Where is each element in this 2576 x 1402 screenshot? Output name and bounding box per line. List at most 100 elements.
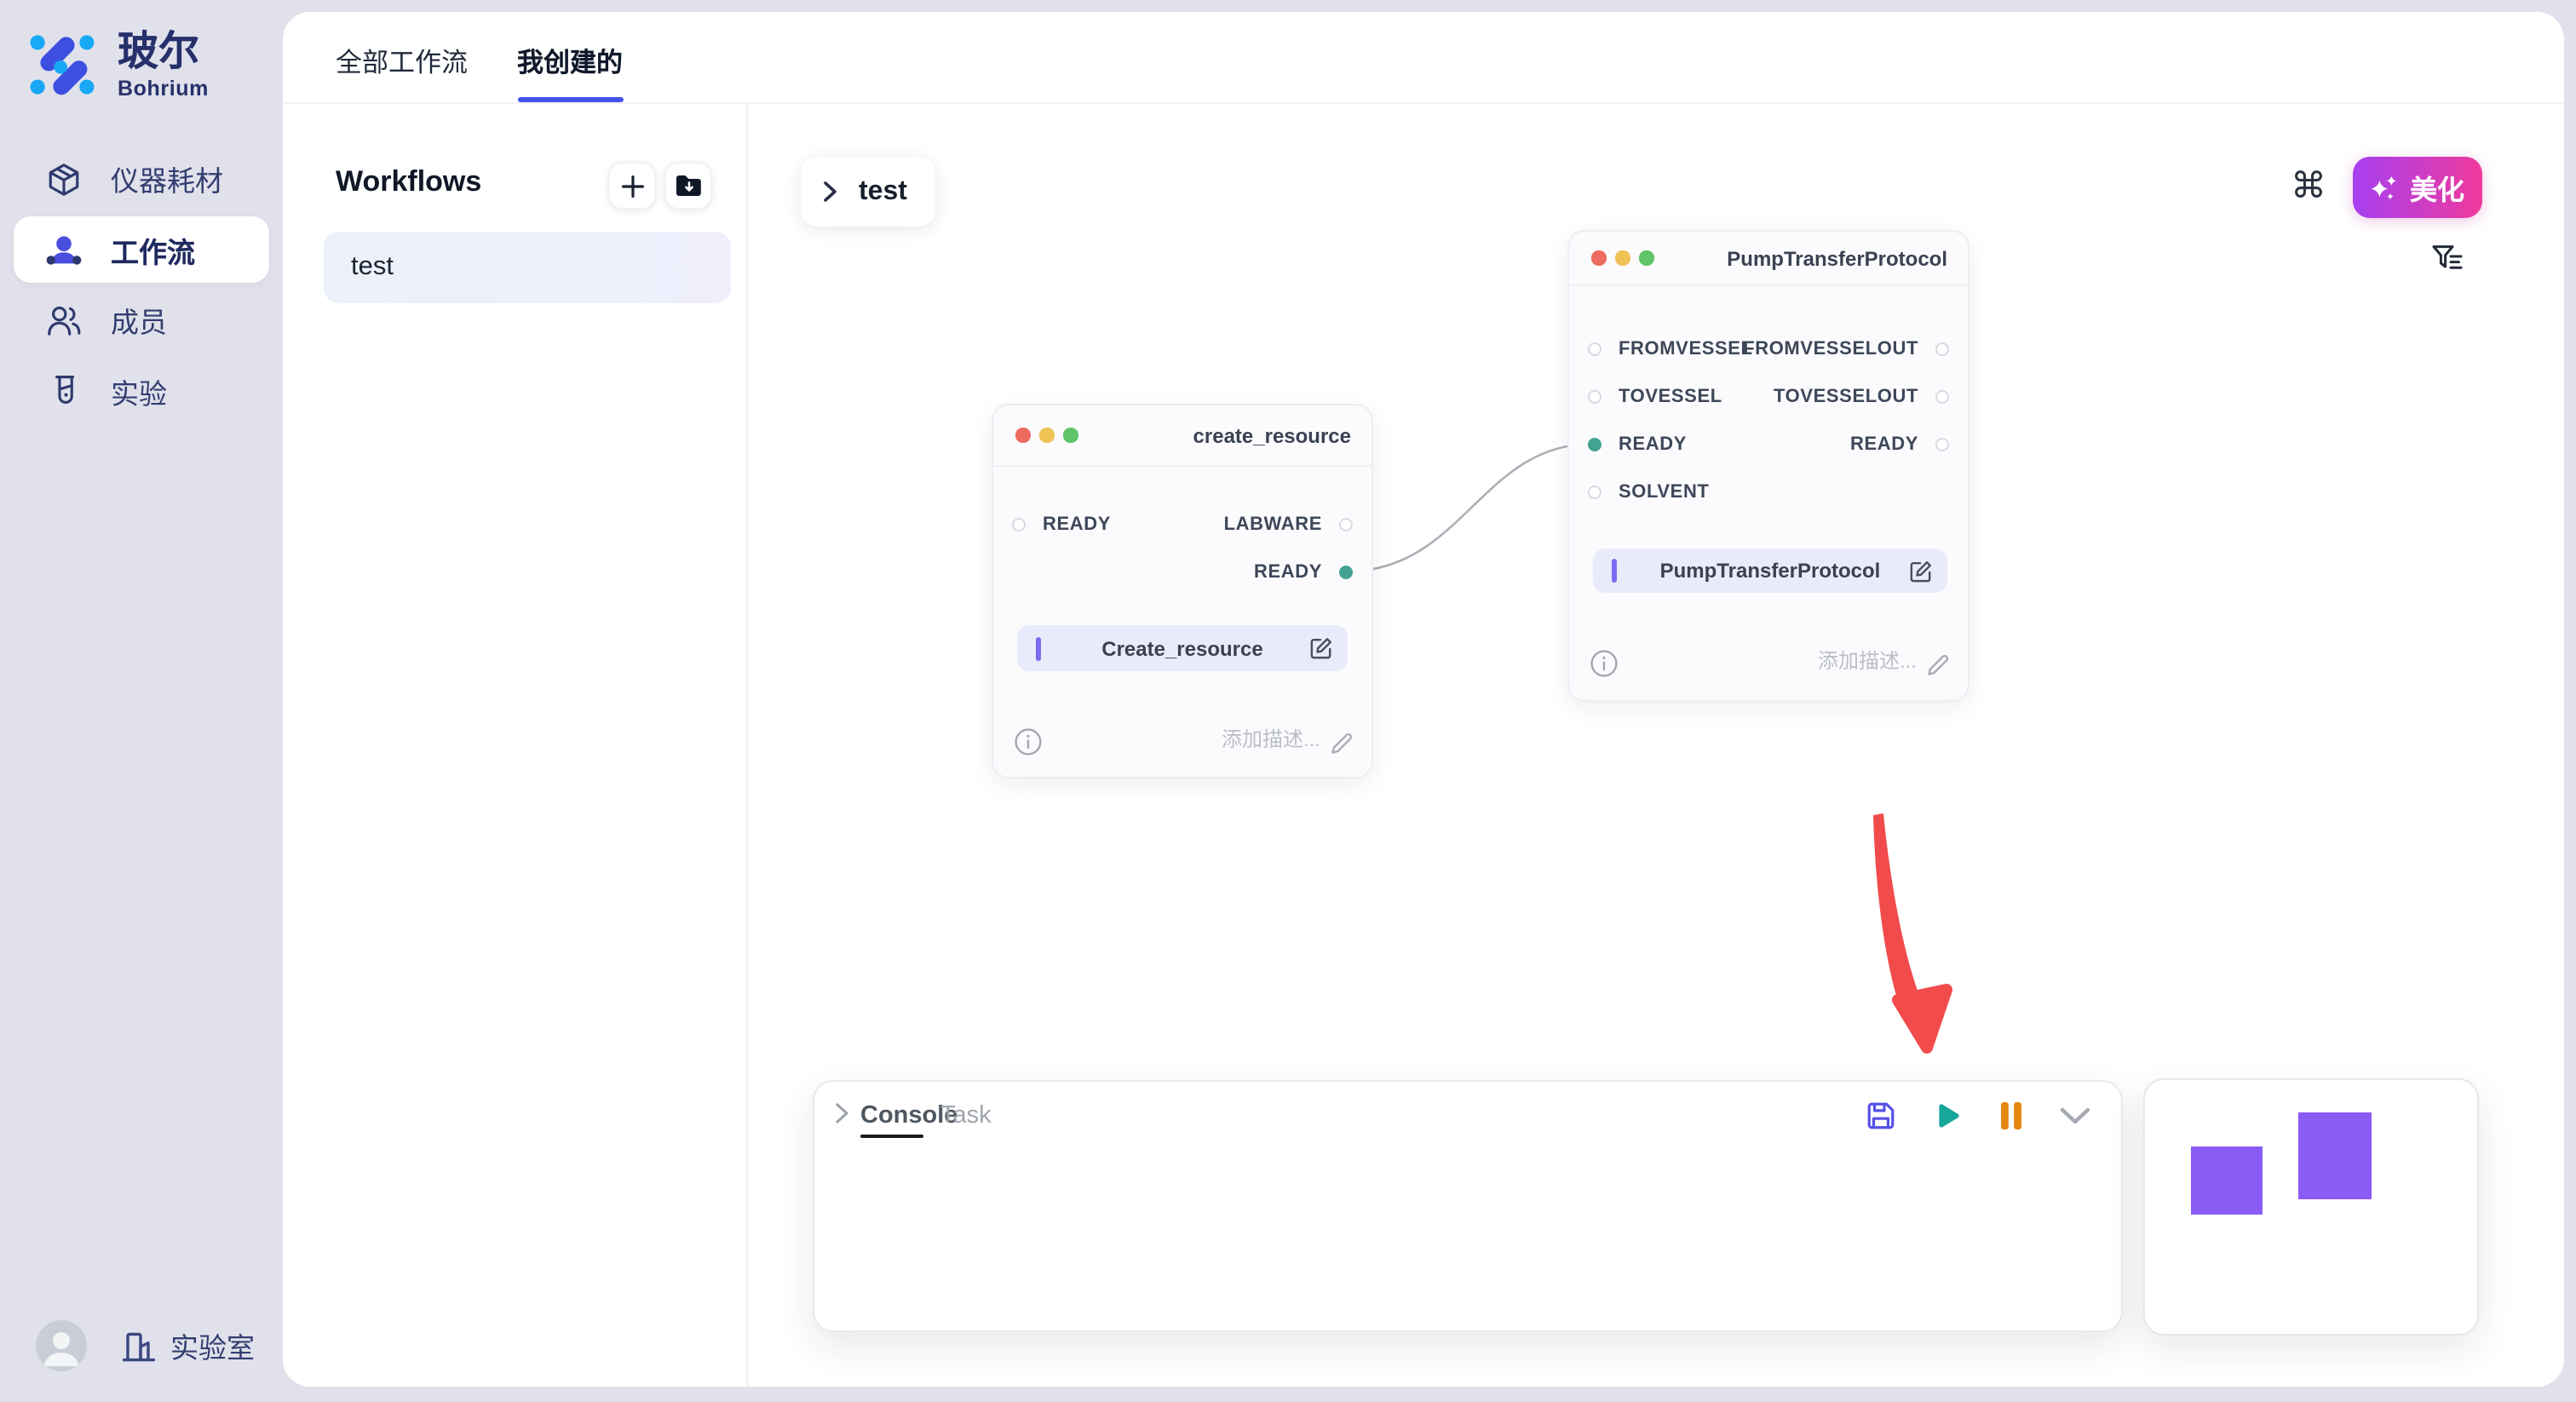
sparkles-icon (2371, 173, 2400, 202)
node-title: PumpTransferProtocol (1727, 246, 1947, 270)
lab-label[interactable]: 实验室 (170, 1325, 255, 1366)
info-icon[interactable] (1014, 727, 1043, 756)
port-row: SOLVENT (1569, 479, 1968, 506)
port-label: READY (1850, 434, 1918, 455)
workflow-list-item-test[interactable]: test (324, 232, 731, 303)
sidebar: 玻尔 Bohrium 仪器耗材 (0, 0, 283, 1402)
workflow-canvas[interactable]: test ⌘ 美化 (748, 104, 2564, 1387)
pause-button[interactable] (1998, 1100, 2024, 1131)
minimap-node-create-resource (2191, 1146, 2263, 1215)
port-row: TOVESSEL TOVESSELOUT (1569, 383, 1968, 411)
console-panel: Console Task (813, 1080, 2123, 1332)
port-out-labware[interactable] (1339, 517, 1353, 531)
edit-icon[interactable] (1910, 560, 1932, 582)
workflows-heading: Workflows (336, 165, 481, 199)
sidebar-item-label: 成员 (111, 300, 167, 341)
port-label: TOVESSEL (1619, 387, 1722, 407)
info-icon[interactable] (1590, 649, 1619, 678)
port-label: FROMVESSELOUT (1743, 339, 1918, 359)
port-row: READY READY (1569, 431, 1968, 458)
filter-icon[interactable] (2431, 244, 2465, 284)
dot-green-icon (1063, 428, 1078, 443)
edit-icon[interactable] (1310, 637, 1332, 659)
port-out-fromvesselout[interactable] (1935, 342, 1949, 356)
port-in-tovessel[interactable] (1588, 390, 1601, 404)
port-in-fromvessel[interactable] (1588, 342, 1601, 356)
port-label: SOLVENT (1619, 482, 1709, 503)
sidebar-item-instruments[interactable]: 仪器耗材 (14, 146, 269, 212)
run-button[interactable] (1932, 1100, 1963, 1131)
dot-red-icon (1591, 251, 1606, 266)
node-header: create_resource (993, 405, 1371, 467)
command-grid-icon[interactable]: ⌘ (2288, 165, 2329, 206)
port-label: READY (1254, 562, 1322, 583)
pencil-icon[interactable] (1927, 654, 1949, 676)
active-tab-indicator (517, 97, 623, 102)
port-row: READY LABWARE (993, 510, 1371, 537)
node-action-pill[interactable]: PumpTransferProtocol (1593, 549, 1947, 593)
breadcrumb[interactable]: test (801, 157, 935, 227)
port-row: READY (993, 559, 1371, 586)
package-icon (46, 161, 82, 197)
port-out-ready[interactable] (1935, 438, 1949, 451)
sidebar-item-label: 实验 (111, 371, 167, 411)
annotation-arrow (1838, 785, 2043, 1075)
port-in-ready[interactable] (1588, 438, 1601, 451)
workflow-item-label: test (351, 252, 394, 283)
sidebar-item-workflow[interactable]: 工作流 (14, 216, 269, 283)
experiment-icon (46, 373, 82, 409)
node-action-pill[interactable]: Create_resource (1017, 625, 1348, 671)
window-dots (1015, 428, 1078, 443)
logo-title: 玻尔 (118, 29, 209, 77)
sidebar-footer: 实验室 (0, 1319, 283, 1373)
workflow-list-panel: Workflows test (283, 104, 748, 1387)
port-in-solvent[interactable] (1588, 486, 1601, 499)
node-header: PumpTransferProtocol (1569, 232, 1968, 286)
node-pump-transfer-protocol[interactable]: PumpTransferProtocol FROMVESSEL FROMVESS… (1567, 230, 1969, 702)
description-placeholder[interactable]: 添加描述... (1222, 724, 1320, 753)
sidebar-item-label: 工作流 (111, 229, 195, 270)
cursor-bar (1036, 636, 1040, 660)
console-expand-icon[interactable] (835, 1102, 850, 1124)
app-window: 玻尔 Bohrium 仪器耗材 (0, 0, 2576, 1402)
sidebar-item-label: 仪器耗材 (111, 158, 223, 199)
port-label: TOVESSELOUT (1774, 387, 1918, 407)
description-placeholder[interactable]: 添加描述... (1818, 646, 1917, 675)
sidebar-item-members[interactable]: 成员 (14, 287, 269, 353)
building-icon (121, 1328, 157, 1364)
console-tab-indicator (860, 1135, 923, 1138)
port-label: LABWARE (1224, 514, 1322, 534)
port-label: READY (1619, 434, 1687, 455)
minimap[interactable] (2143, 1078, 2479, 1336)
dot-yellow-icon (1039, 428, 1054, 443)
bohrium-logo: 玻尔 Bohrium (27, 29, 209, 101)
main-container: 全部工作流 我创建的 Workflows test (283, 12, 2564, 1387)
node-action-label: PumpTransferProtocol (1660, 559, 1881, 583)
port-label: FROMVESSEL (1619, 339, 1753, 359)
logo-subtitle: Bohrium (118, 77, 209, 101)
beautify-button[interactable]: 美化 (2353, 157, 2482, 218)
save-button[interactable] (1866, 1100, 1896, 1131)
dot-red-icon (1015, 428, 1030, 443)
workflow-icon (46, 232, 82, 267)
port-out-tovesselout[interactable] (1935, 390, 1949, 404)
members-icon (46, 302, 82, 338)
chevron-right-icon (823, 181, 838, 203)
node-create-resource[interactable]: create_resource READY LABWARE READY Crea… (992, 404, 1373, 779)
pencil-icon[interactable] (1331, 733, 1353, 755)
tab-all-workflows[interactable]: 全部工作流 (336, 43, 468, 102)
avatar[interactable] (36, 1320, 87, 1371)
dot-green-icon (1639, 251, 1653, 266)
tab-created-by-me[interactable]: 我创建的 (517, 43, 623, 102)
plus-icon (621, 175, 643, 197)
port-out-ready[interactable] (1339, 566, 1353, 579)
import-folder-button[interactable] (664, 162, 712, 210)
add-workflow-button[interactable] (608, 162, 656, 210)
sidebar-item-experiment[interactable]: 实验 (14, 358, 269, 424)
bohrium-logo-icon (27, 29, 97, 101)
tabs-bar: 全部工作流 我创建的 (283, 12, 2564, 104)
tab-task[interactable]: Task (940, 1102, 992, 1129)
collapse-panel-button[interactable] (2060, 1106, 2090, 1125)
dot-yellow-icon (1615, 251, 1630, 266)
port-in-ready[interactable] (1012, 517, 1026, 531)
